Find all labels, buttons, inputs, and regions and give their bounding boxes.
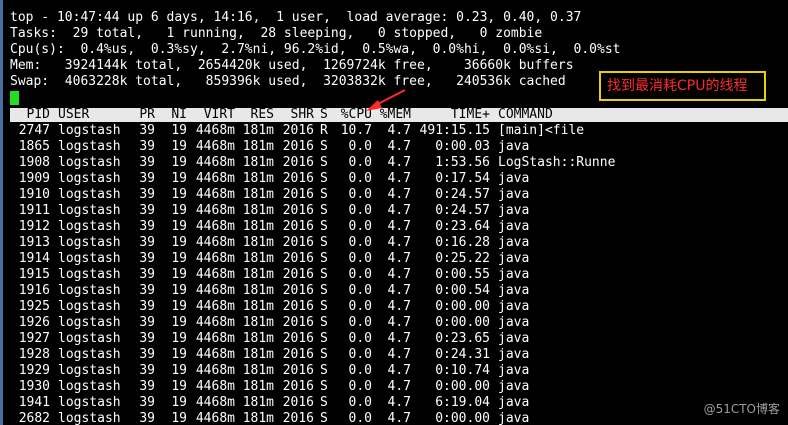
annotation-arrow-icon — [366, 89, 406, 111]
watermark: @51CTO博客 — [703, 402, 780, 416]
terminal-window[interactable]: top - 10:47:44 up 6 days, 14:16, 1 user,… — [0, 0, 788, 425]
